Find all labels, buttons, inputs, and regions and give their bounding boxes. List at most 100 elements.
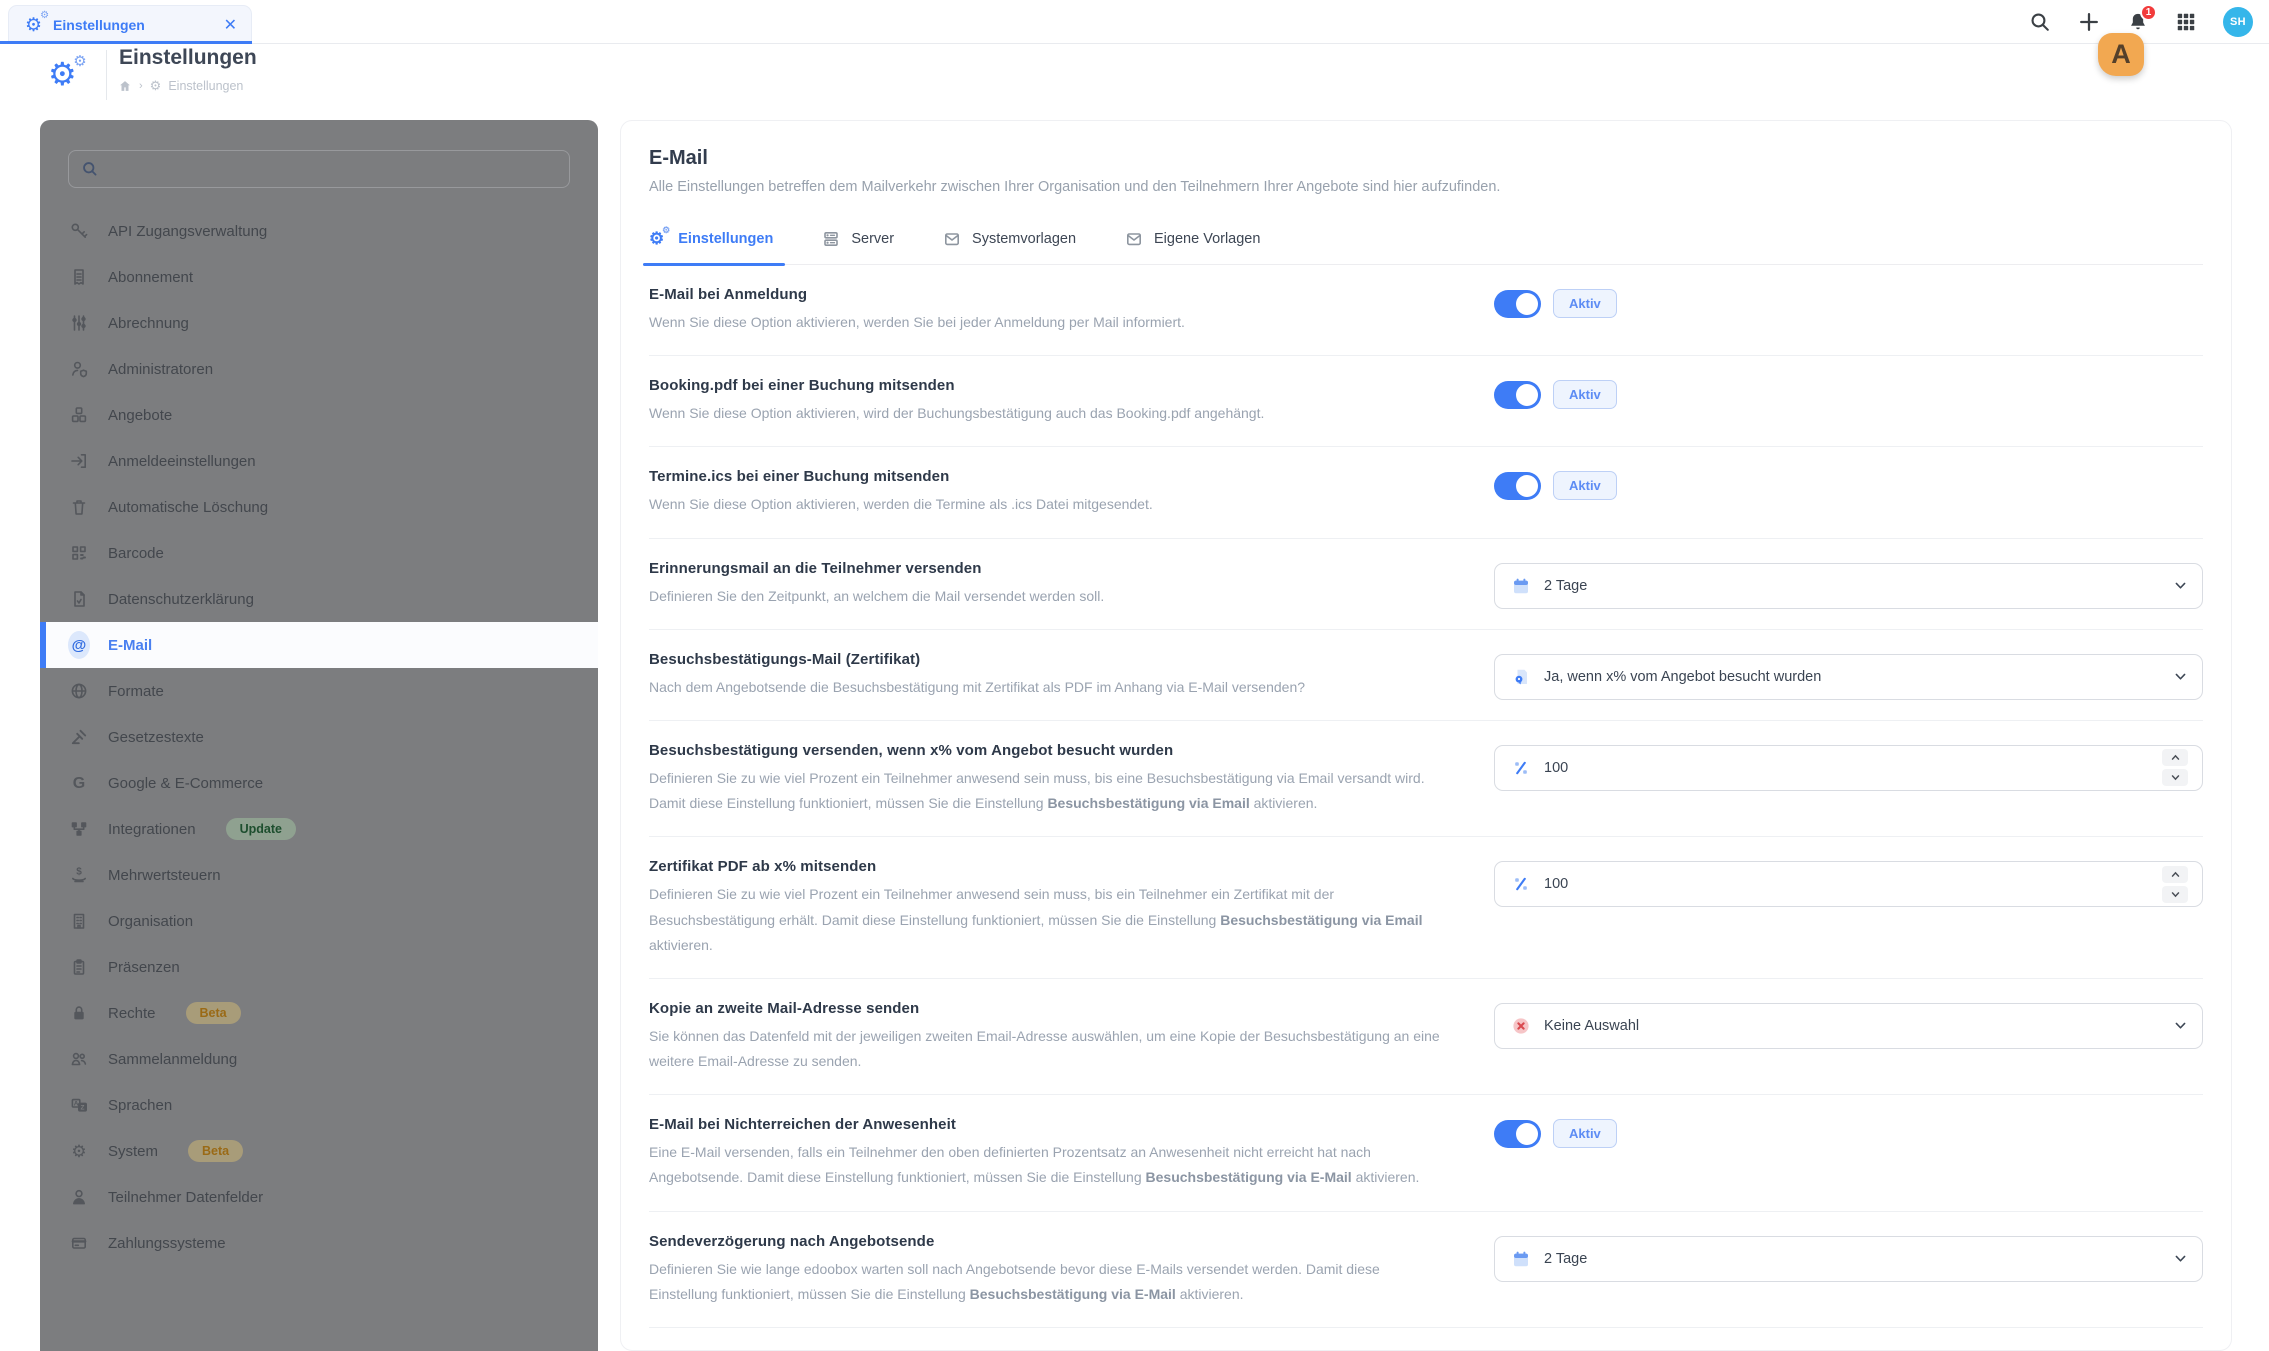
setting-description: Definieren Sie wie lange edoobox warten … (649, 1260, 1380, 1302)
app-tab-label: Einstellungen (53, 17, 145, 33)
select-keine-auswahl[interactable]: Keine Auswahl (1494, 1002, 2203, 1049)
sidebar-search[interactable] (68, 150, 570, 188)
sidebar-item-label: Datenschutzerklärung (108, 590, 254, 608)
setting-control: 100 (1494, 742, 2203, 816)
sidebar-search-input[interactable] (108, 161, 557, 177)
toggle-switch[interactable] (1494, 289, 1541, 318)
stepper-up-button[interactable] (2162, 865, 2188, 883)
setting-title: Besuchsbestätigungs-Mail (Zertifikat) (649, 650, 921, 668)
sidebar-item-label: API Zugangsverwaltung (108, 222, 268, 240)
sidebar-item-integrationen[interactable]: Integrationen Update (40, 806, 598, 852)
close-icon[interactable]: ✕ (224, 15, 237, 35)
sidebar-item-formate[interactable]: Formate (40, 668, 598, 714)
setting-text: Booking.pdf bei einer Buchung mitsenden … (649, 377, 1494, 426)
breadcrumb-item[interactable]: Einstellungen (168, 79, 243, 93)
app-tab-einstellungen[interactable]: ⚙ ⚙ Einstellungen ✕ (8, 5, 252, 44)
sidebar-item-organisation[interactable]: Organisation (40, 898, 598, 944)
toggle-switch[interactable] (1494, 1119, 1541, 1148)
tab-einstellungen[interactable]: ⚙ ⚙ Einstellungen (642, 226, 786, 266)
annotation-marker-a: A (2098, 33, 2144, 76)
sidebar-nav: API Zugangsverwaltung Abonnement Abrechn… (40, 208, 598, 1266)
sidebar-item-angebote[interactable]: Angebote (40, 392, 598, 438)
bell-icon[interactable]: 1 (2127, 4, 2157, 33)
setting-title: E-Mail bei Nichterreichen der Anwesenhei… (649, 1116, 956, 1134)
setting-description: Wenn Sie diese Option aktivieren, wird d… (649, 405, 1265, 422)
building-icon (68, 911, 90, 931)
tab-label: Server (851, 231, 895, 247)
apps-grid-icon[interactable] (2175, 11, 2197, 33)
sidebar-item-zahlungssysteme[interactable]: Zahlungssysteme (40, 1220, 598, 1266)
sidebar-item-rechte[interactable]: Rechte Beta (40, 990, 598, 1036)
select-2-tage[interactable]: 2 Tage (1494, 562, 2203, 609)
qr-icon (68, 543, 90, 563)
browser-tab-strip: ⚙ ⚙ Einstellungen ✕ 1 SH (0, 0, 2269, 44)
tab-label: Eigene Vorlagen (1154, 231, 1261, 247)
sidebar-item-datenschutzerkl-rung[interactable]: Datenschutzerklärung (40, 576, 598, 622)
setting-row-kopie-an-zweite-mail-adresse-senden: Kopie an zweite Mail-Adresse senden Sie … (649, 979, 2203, 1096)
sidebar-item-automatische-l-schung[interactable]: Automatische Löschung (40, 484, 598, 530)
sidebar-item-pr-senzen[interactable]: Präsenzen (40, 944, 598, 990)
lock-icon (68, 1003, 90, 1023)
sidebar-item-administratoren[interactable]: Administratoren (40, 346, 598, 392)
section-subtitle: Alle Einstellungen betreffen dem Mailver… (649, 179, 1501, 195)
section-title: E-Mail (649, 147, 708, 169)
setting-description: Eine E-Mail versenden, falls ein Teilneh… (649, 1144, 1420, 1186)
setting-control: Aktiv (1494, 286, 2203, 335)
status-badge: Aktiv (1553, 1119, 1617, 1149)
setting-row-besuchsbest-tigung-versenden-wenn-x-vom-angebot-besucht-wurden: Besuchsbestätigung versenden, wenn x% vo… (649, 721, 2203, 838)
clipboard-icon (68, 957, 90, 977)
sidebar-item-barcode[interactable]: Barcode (40, 530, 598, 576)
avatar[interactable]: SH (2223, 7, 2253, 37)
sidebar-item-label: Abrechnung (108, 314, 189, 332)
tab-eigene-vorlagen[interactable]: Eigene Vorlagen (1124, 229, 1260, 264)
sidebar-item-api-zugangsverwaltung[interactable]: API Zugangsverwaltung (40, 208, 598, 254)
sidebar-item-abonnement[interactable]: Abonnement (40, 254, 598, 300)
setting-control: Ja, wenn x% vom Angebot besucht wurden (1494, 651, 2203, 700)
sidebar-item-gesetzestexte[interactable]: Gesetzestexte (40, 714, 598, 760)
sidebar-item-e-mail[interactable]: @ E-Mail (40, 622, 598, 668)
sidebar-item-teilnehmer-datenfelder[interactable]: Teilnehmer Datenfelder (40, 1174, 598, 1220)
calendar-icon (1511, 576, 1531, 596)
select-value: Ja, wenn x% vom Angebot besucht wurden (1544, 668, 1822, 685)
stepper-up-button[interactable] (2162, 749, 2188, 767)
number-value: 100 (1544, 876, 1569, 893)
setting-text: E-Mail bei Nichterreichen der Anwesenhei… (649, 1116, 1494, 1190)
sidebar-item-sammelanmeldung[interactable]: Sammelanmeldung (40, 1036, 598, 1082)
search-icon[interactable] (2029, 11, 2051, 33)
sidebar-item-anmeldeeinstellungen[interactable]: Anmeldeeinstellungen (40, 438, 598, 484)
sidebar-item-abrechnung[interactable]: Abrechnung (40, 300, 598, 346)
sidebar-item-system[interactable]: ⚙ System Beta (40, 1128, 598, 1174)
svg-text:⚙: ⚙ (71, 1142, 86, 1161)
number-input[interactable]: 100 (1494, 861, 2203, 908)
stepper-down-button[interactable] (2162, 769, 2188, 787)
nodes-icon (68, 819, 90, 839)
setting-description: Definieren Sie zu wie viel Prozent ein T… (649, 886, 1423, 953)
tab-server[interactable]: Server (821, 229, 894, 264)
settings-gears-icon: ⚙ ⚙ (25, 9, 50, 36)
select-value: 2 Tage (1544, 577, 1588, 594)
status-badge: Beta (188, 1140, 244, 1162)
plus-icon[interactable] (2077, 10, 2101, 34)
settings-rows: E-Mail bei Anmeldung Wenn Sie diese Opti… (649, 265, 2203, 1350)
svg-text:$: $ (76, 867, 82, 878)
select-2-tage[interactable]: 2 Tage (1494, 1235, 2203, 1282)
page-title: Einstellungen (119, 46, 257, 69)
sidebar-item-label: Präsenzen (108, 958, 180, 976)
stepper-down-button[interactable] (2162, 885, 2188, 903)
translate-icon: AZ (68, 1095, 90, 1115)
setting-description: Definieren Sie den Zeitpunkt, an welchem… (649, 587, 1105, 604)
setting-title: E-Mail bei Anmeldung (649, 286, 808, 303)
sidebar-item-sprachen[interactable]: AZ Sprachen (40, 1082, 598, 1128)
toggle-group: Aktiv (1494, 1119, 2203, 1149)
number-input[interactable]: 100 (1494, 744, 2203, 791)
toggle-switch[interactable] (1494, 471, 1541, 500)
setting-row-e-mail-bei-nichterreichen-der-anwesenheit: E-Mail bei Nichterreichen der Anwesenhei… (649, 1095, 2203, 1212)
sidebar-item-google-e-commerce[interactable]: G Google & E-Commerce (40, 760, 598, 806)
tab-systemvorlagen[interactable]: Systemvorlagen (942, 229, 1076, 264)
home-icon[interactable] (118, 79, 132, 93)
sidebar-item-mehrwertsteuern[interactable]: $ Mehrwertsteuern (40, 852, 598, 898)
setting-row-termine-ics-bei-einer-buchung-mitsenden: Termine.ics bei einer Buchung mitsenden … (649, 447, 2203, 539)
sidebar-item-label: Zahlungssysteme (108, 1234, 226, 1252)
toggle-switch[interactable] (1494, 380, 1541, 409)
select-ja-wenn-x-vom-angebot-besucht-wurden[interactable]: Ja, wenn x% vom Angebot besucht wurden (1494, 653, 2203, 700)
